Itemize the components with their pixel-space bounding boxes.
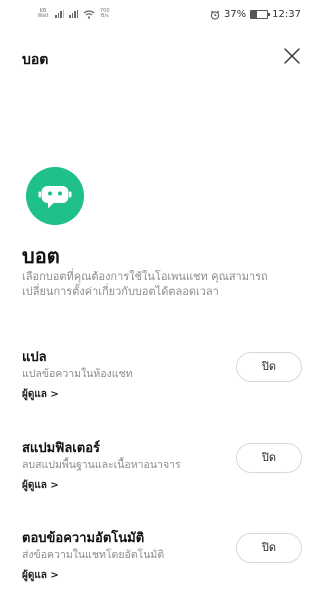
feature-toggle-button[interactable]: ปิด: [236, 443, 302, 473]
close-button[interactable]: [283, 47, 301, 65]
battery-icon: [250, 10, 271, 19]
robot-chat-icon: [26, 167, 84, 225]
feature-description: ส่งข้อความในแชทโดยอัตโนมัติ: [22, 549, 165, 561]
signal-icon: [55, 10, 64, 18]
close-icon: [284, 48, 300, 64]
feature-title: ตอบข้อความอัตโนมัติ: [22, 531, 145, 546]
feature-auto-reply: ตอบข้อความอัตโนมัติ ส่งข้อความในแชทโดยอั…: [22, 527, 302, 587]
battery-percent: 37%: [223, 9, 247, 20]
signal-icon-2: [69, 10, 78, 18]
feature-toggle-button[interactable]: ปิด: [236, 533, 302, 563]
network-status-text: KB Wait: [37, 8, 49, 19]
page-title: บอต: [22, 244, 60, 268]
feature-title: สแปมฟิลเตอร์: [22, 441, 100, 456]
header-title: บอต: [22, 52, 49, 68]
feature-admin-link[interactable]: ผู้ดูแล >: [22, 387, 59, 402]
status-left: KB Wait 700 B/s: [36, 8, 110, 19]
clock: 12:37: [272, 9, 301, 20]
feature-admin-link[interactable]: ผู้ดูแล >: [22, 568, 59, 583]
feature-spam-filter: สแปมฟิลเตอร์ ลบสแปมพื้นฐานและเนื้อหาอนาจ…: [22, 437, 302, 497]
network-speed-unit: B/s: [100, 13, 109, 19]
feature-title: แปล: [22, 350, 47, 365]
feature-toggle-button[interactable]: ปิด: [236, 352, 302, 382]
wifi-icon: [83, 9, 95, 19]
network-speed: 700 B/s: [100, 9, 110, 19]
robot-face-icon: [38, 186, 72, 209]
alarm-icon: [210, 10, 220, 20]
status-right: 37% 12:37: [210, 9, 301, 20]
feature-admin-link[interactable]: ผู้ดูแล >: [22, 478, 59, 493]
feature-description: ลบสแปมพื้นฐานและเนื้อหาอนาจาร: [22, 459, 181, 471]
page-description: เลือกบอตที่คุณต้องการใช้ในโอเพนแชท คุณสา…: [22, 270, 268, 298]
status-bar: KB Wait 700 B/s 37% 12:37: [0, 0, 321, 30]
feature-translate: แปล แปลข้อความในห้องแชท ผู้ดูแล > ปิด: [22, 346, 302, 406]
feature-description: แปลข้อความในห้องแชท: [22, 368, 133, 380]
